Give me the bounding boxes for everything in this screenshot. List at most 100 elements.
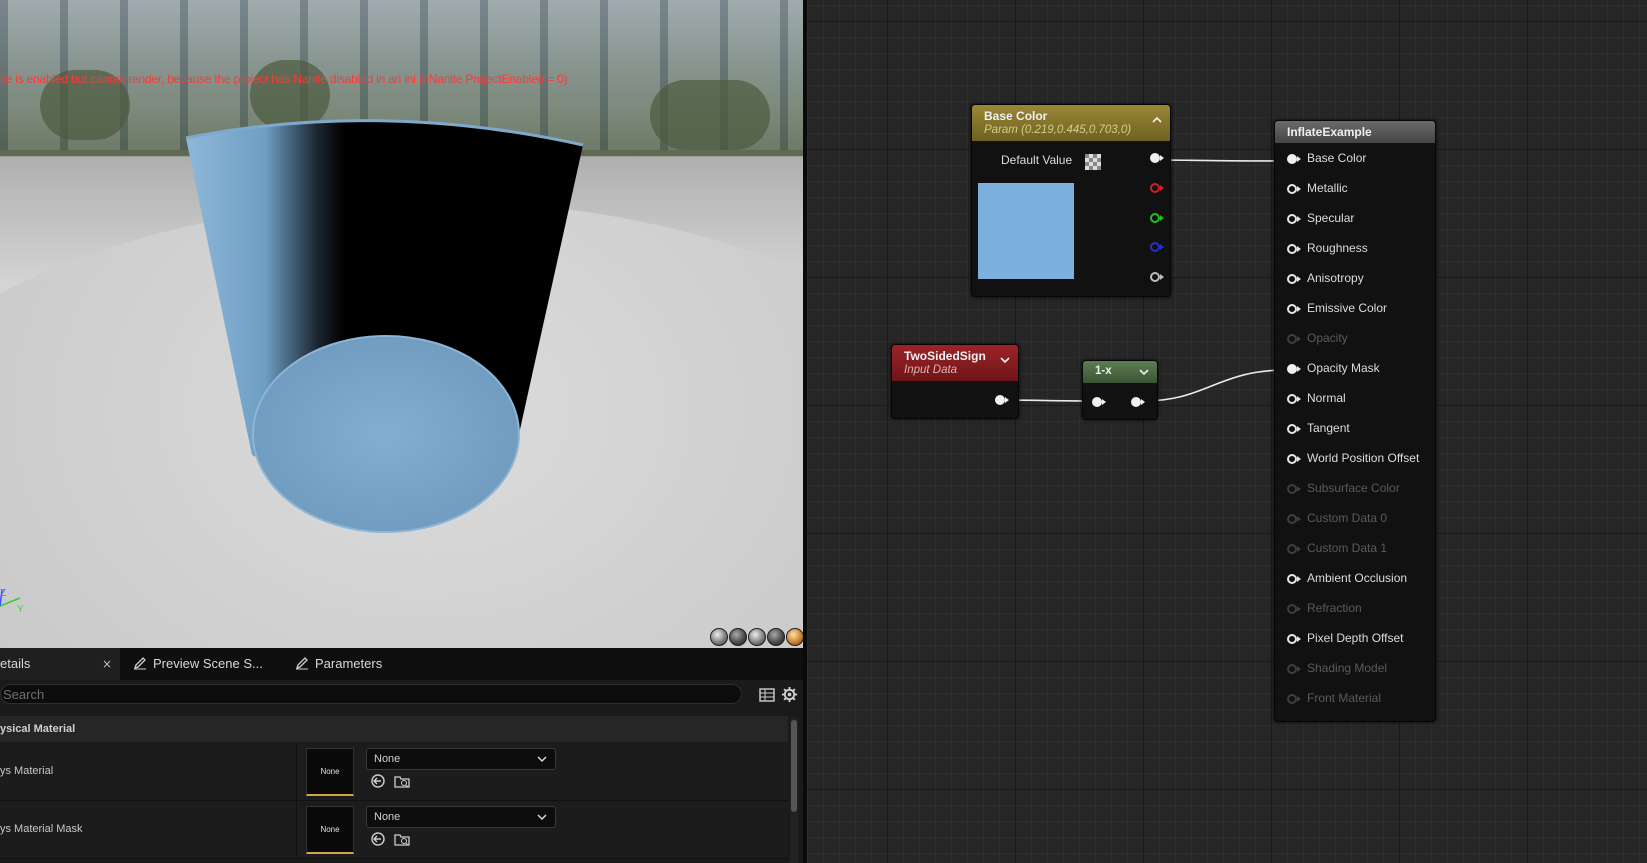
asset-thumbnail[interactable]: None xyxy=(306,748,354,796)
input-pin-circle[interactable] xyxy=(1287,544,1297,554)
input-pin-circle[interactable] xyxy=(1287,334,1297,344)
pin-label: Opacity Mask xyxy=(1307,361,1380,375)
material-graph-canvas[interactable]: Base Color Param (0.219,0.445,0.703,0) D… xyxy=(807,0,1647,863)
input-pin-circle[interactable] xyxy=(1287,304,1297,314)
output-pin-r[interactable] xyxy=(1150,183,1160,193)
result-pin-refraction[interactable]: Refraction xyxy=(1275,595,1425,623)
output-pin[interactable] xyxy=(1131,397,1141,407)
input-pin-circle[interactable] xyxy=(1287,184,1297,194)
input-pin-circle[interactable] xyxy=(1287,484,1297,494)
base-color-node-header[interactable]: Base Color Param (0.219,0.445,0.703,0) xyxy=(972,105,1170,141)
node-title: InflateExample xyxy=(1287,125,1372,139)
teapot-preview-icon[interactable] xyxy=(786,628,803,646)
sphere-preview-icon[interactable] xyxy=(729,628,747,646)
table-view-icon[interactable] xyxy=(759,687,775,703)
result-pin-anisotropy[interactable]: Anisotropy xyxy=(1275,265,1425,293)
use-selected-asset-icon[interactable] xyxy=(370,831,386,847)
result-pin-shading-model[interactable]: Shading Model xyxy=(1275,655,1425,683)
input-pin-circle[interactable] xyxy=(1287,664,1297,674)
two-sided-sign-node[interactable]: TwoSidedSign Input Data xyxy=(891,344,1019,419)
pin-arrow-icon xyxy=(1297,336,1301,342)
asset-thumbnail[interactable]: None xyxy=(306,806,354,854)
asset-picker-value: None xyxy=(374,811,401,823)
result-pin-metallic[interactable]: Metallic xyxy=(1275,175,1425,203)
result-pin-custom-data-1[interactable]: Custom Data 1 xyxy=(1275,535,1425,563)
pin-label: Custom Data 1 xyxy=(1307,541,1388,555)
input-pin-circle[interactable] xyxy=(1287,364,1297,374)
result-pin-subsurface-color[interactable]: Subsurface Color xyxy=(1275,475,1425,503)
search-input[interactable] xyxy=(0,684,742,704)
tab-preview-scene-settings[interactable]: Preview Scene S... xyxy=(133,648,283,680)
result-pin-tangent[interactable]: Tangent xyxy=(1275,415,1425,443)
one-minus-node-header[interactable]: 1-x xyxy=(1083,361,1157,383)
cylinder-preview-icon[interactable] xyxy=(710,628,728,646)
output-pin-rgba[interactable] xyxy=(1150,153,1160,163)
result-pin-specular[interactable]: Specular xyxy=(1275,205,1425,233)
input-pin-circle[interactable] xyxy=(1287,274,1297,284)
output-pin[interactable] xyxy=(995,395,1005,405)
output-pin-a[interactable] xyxy=(1150,272,1160,282)
input-pin-circle[interactable] xyxy=(1287,154,1297,164)
result-pin-normal[interactable]: Normal xyxy=(1275,385,1425,413)
cube-preview-icon[interactable] xyxy=(767,628,785,646)
result-pin-roughness[interactable]: Roughness xyxy=(1275,235,1425,263)
chevron-down-icon[interactable] xyxy=(1139,367,1149,377)
pin-arrow-icon xyxy=(1297,366,1301,372)
input-pin-circle[interactable] xyxy=(1287,574,1297,584)
result-pin-emissive-color[interactable]: Emissive Color xyxy=(1275,295,1425,323)
browse-asset-folder-icon[interactable] xyxy=(394,831,410,847)
result-pin-opacity[interactable]: Opacity xyxy=(1275,325,1425,353)
chevron-down-icon[interactable] xyxy=(1000,355,1010,365)
use-selected-asset-icon[interactable] xyxy=(370,773,386,789)
details-panel: etails × Preview Scene S... Parameters y… xyxy=(0,648,803,863)
input-pin-circle[interactable] xyxy=(1287,214,1297,224)
pin-arrow-icon xyxy=(1297,156,1301,162)
input-pin-circle[interactable] xyxy=(1287,514,1297,524)
asset-picker-combo[interactable]: None xyxy=(366,748,556,770)
input-pin-circle[interactable] xyxy=(1287,454,1297,464)
output-pin-g[interactable] xyxy=(1150,213,1160,223)
preview-viewport[interactable]: ite is enabled but cannot render, becaus… xyxy=(0,0,803,648)
result-pin-custom-data-0[interactable]: Custom Data 0 xyxy=(1275,505,1425,533)
asset-picker-combo[interactable]: None xyxy=(366,806,556,828)
result-pin-world-position-offset[interactable]: World Position Offset xyxy=(1275,445,1425,473)
result-pin-pixel-depth-offset[interactable]: Pixel Depth Offset xyxy=(1275,625,1425,653)
chevron-up-icon[interactable] xyxy=(1152,115,1162,125)
material-result-node[interactable]: InflateExample Base Color Metallic Specula… xyxy=(1274,120,1436,722)
result-pin-front-material[interactable]: Front Material xyxy=(1275,685,1425,713)
pin-arrow-icon xyxy=(1102,399,1106,405)
pin-label: Custom Data 0 xyxy=(1307,511,1388,525)
input-pin-circle[interactable] xyxy=(1287,394,1297,404)
input-pin-circle[interactable] xyxy=(1287,424,1297,434)
details-scrollbar[interactable] xyxy=(790,718,798,863)
pin-arrow-icon xyxy=(1297,216,1301,222)
input-pin-circle[interactable] xyxy=(1287,634,1297,644)
input-pin-circle[interactable] xyxy=(1287,694,1297,704)
close-icon[interactable]: × xyxy=(102,648,112,680)
output-pin-b[interactable] xyxy=(1150,242,1160,252)
browse-asset-folder-icon[interactable] xyxy=(394,773,410,789)
tab-parameters[interactable]: Parameters xyxy=(295,648,415,680)
axis-gizmo-icon: Z Y xyxy=(0,588,24,615)
pin-arrow-icon xyxy=(1297,276,1301,282)
base-color-param-node[interactable]: Base Color Param (0.219,0.445,0.703,0) D… xyxy=(971,104,1171,297)
plane-preview-icon[interactable] xyxy=(748,628,766,646)
chevron-down-icon xyxy=(537,756,547,763)
input-pin[interactable] xyxy=(1092,397,1102,407)
gear-icon[interactable] xyxy=(781,686,798,703)
color-preview-swatch xyxy=(978,183,1074,279)
input-pin-circle[interactable] xyxy=(1287,244,1297,254)
pin-label: Emissive Color xyxy=(1307,301,1388,315)
result-pin-ambient-occlusion[interactable]: Ambient Occlusion xyxy=(1275,565,1425,593)
pin-label: Base Color xyxy=(1307,151,1367,165)
result-pin-opacity-mask[interactable]: Opacity Mask xyxy=(1275,355,1425,383)
one-minus-node[interactable]: 1-x xyxy=(1082,360,1158,420)
two-sided-node-header[interactable]: TwoSidedSign Input Data xyxy=(892,345,1018,381)
result-node-header[interactable]: InflateExample xyxy=(1275,121,1435,143)
physical-material-section-header[interactable]: ysical Material xyxy=(0,716,788,742)
result-pin-base-color[interactable]: Base Color xyxy=(1275,145,1425,173)
input-pin-circle[interactable] xyxy=(1287,604,1297,614)
details-scrollbar-thumb[interactable] xyxy=(791,720,797,812)
property-label: ys Material xyxy=(0,743,297,800)
checker-swatch-icon[interactable] xyxy=(1085,154,1101,170)
